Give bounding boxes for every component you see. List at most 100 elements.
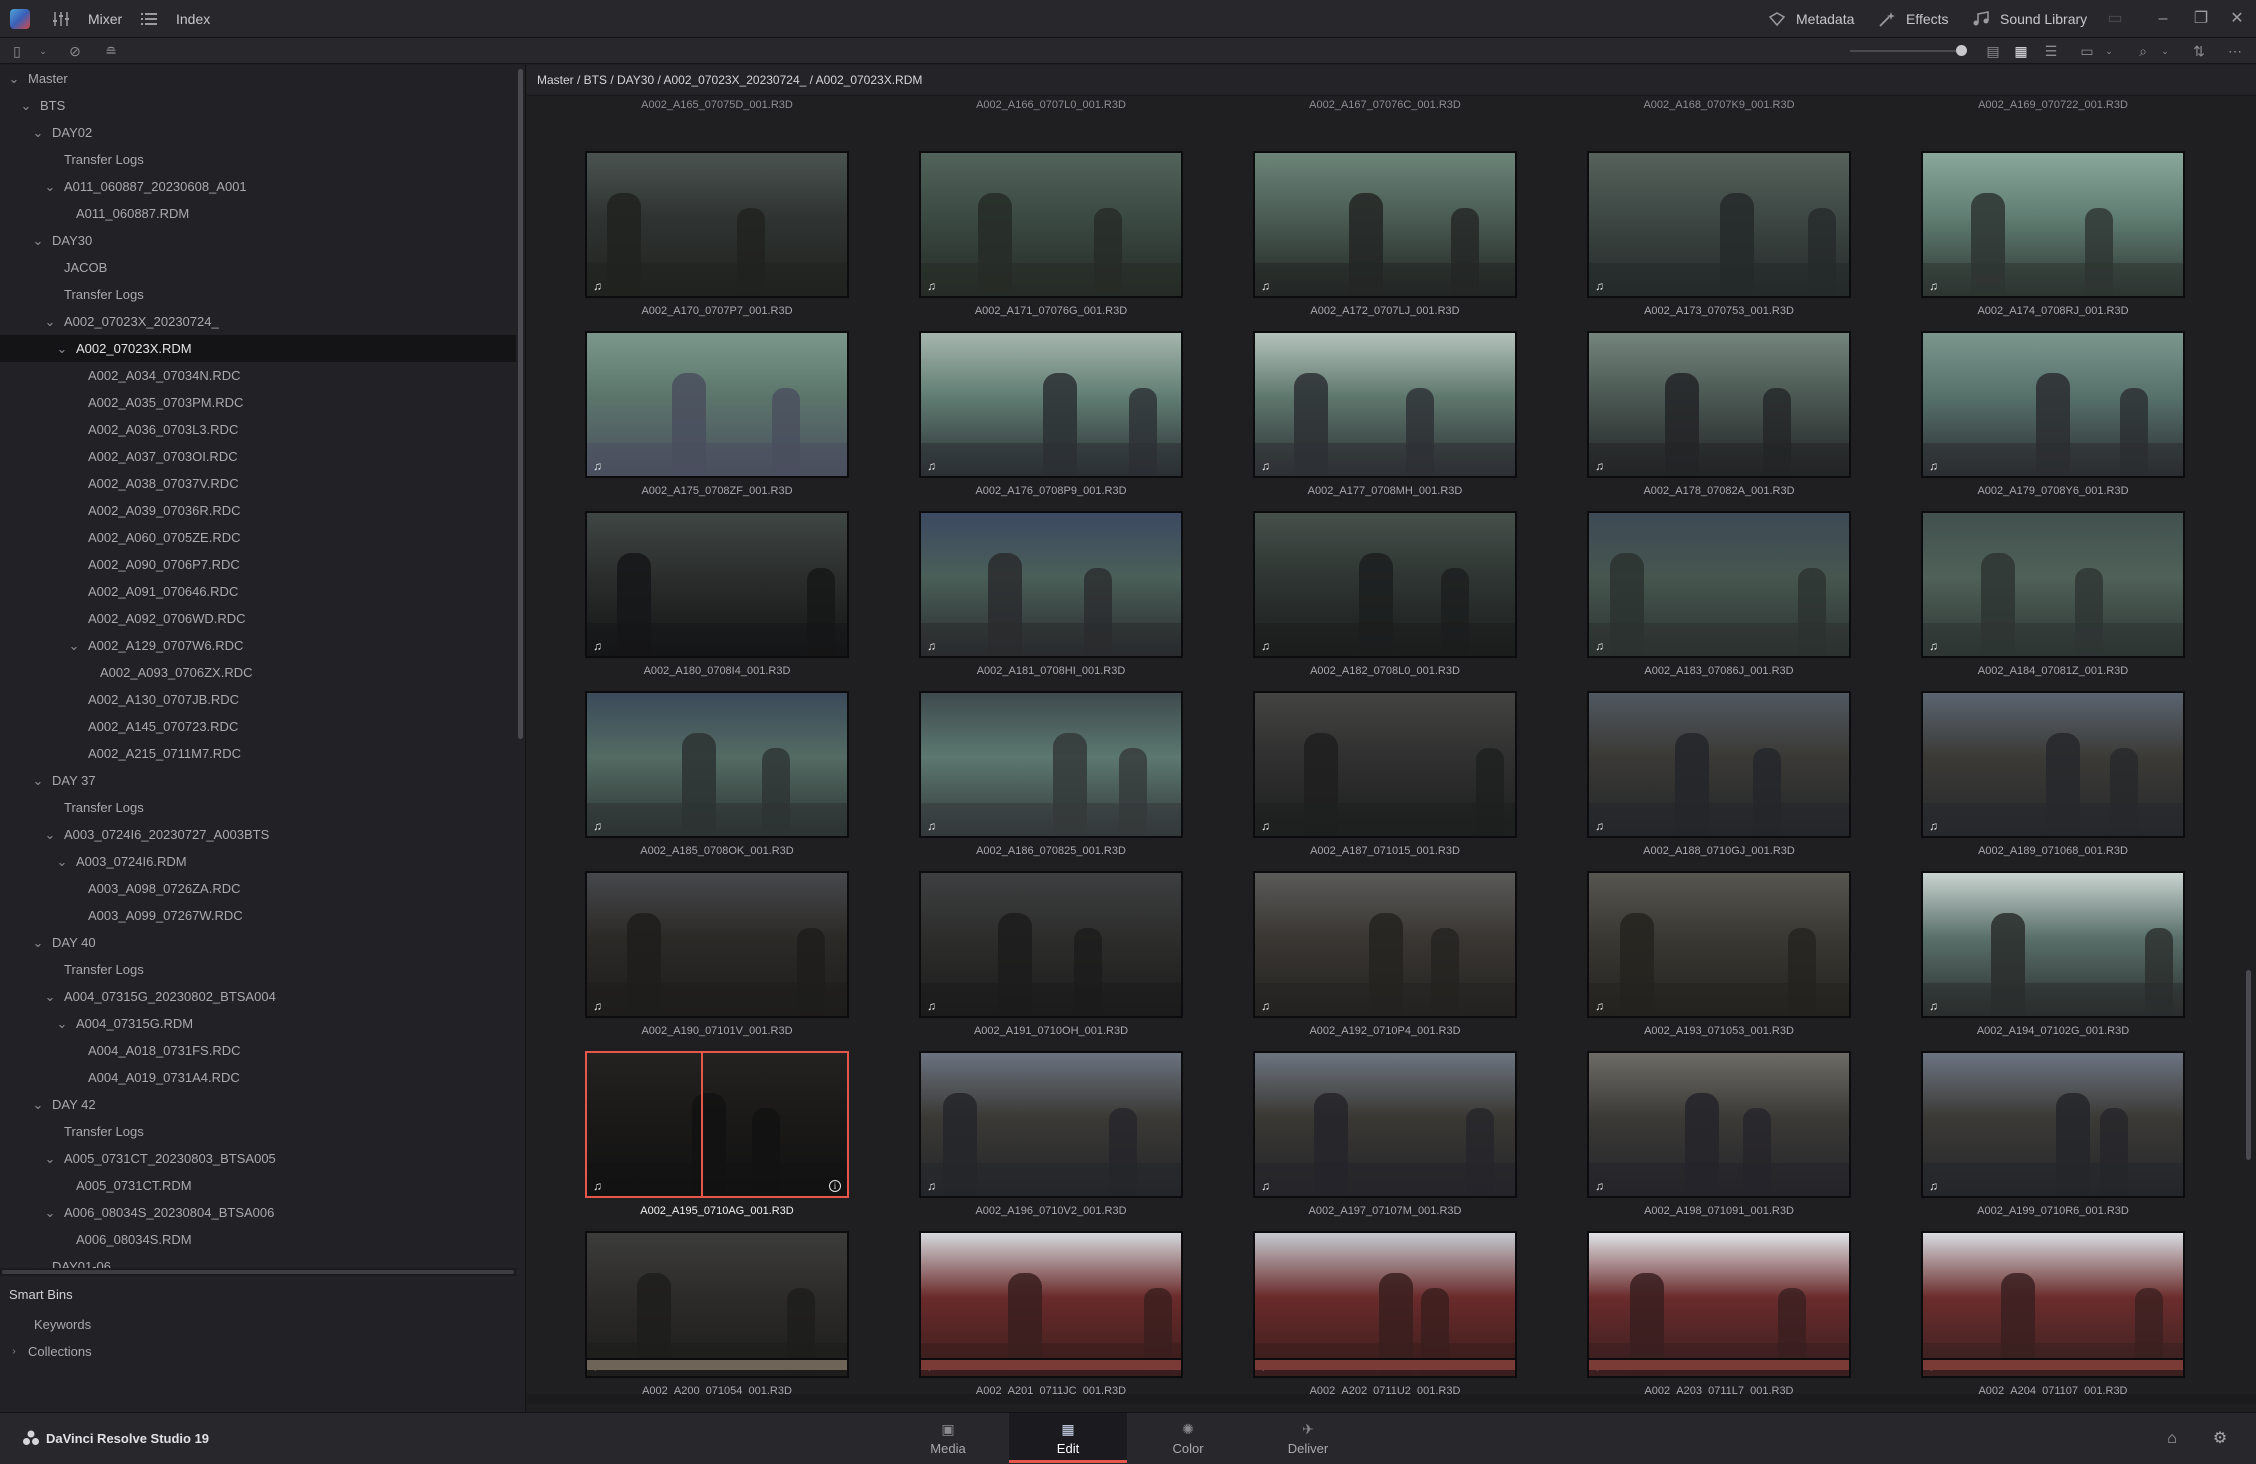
- clip-grid-scrollbar[interactable]: [2246, 970, 2251, 1160]
- sound-library-button[interactable]: Sound Library: [1972, 0, 2087, 38]
- clip-thumbnail[interactable]: ♫ A002_A181_0708HI_001.R3D: [919, 511, 1183, 687]
- clip-thumbnail-image[interactable]: ♫: [1587, 691, 1851, 838]
- clip-thumbnail-image[interactable]: ♫: [1253, 1231, 1517, 1378]
- clip-thumbnail-image[interactable]: ♫: [1921, 331, 2185, 478]
- clip-thumbnail-image[interactable]: ♫: [919, 691, 1183, 838]
- chevron-down-icon[interactable]: ⌄: [54, 341, 70, 357]
- clip-thumbnail[interactable]: ♫ A002_A193_071053_001.R3D: [1587, 871, 1851, 1047]
- bin-tree-item[interactable]: ⌄ DAY 40: [0, 929, 516, 956]
- bin-tree-item[interactable]: ⌄ A005_0731CT_20230803_BTSA005: [0, 1145, 516, 1172]
- clip-thumbnail[interactable]: [585, 1358, 849, 1370]
- bin-tree-item[interactable]: A002_A090_0706P7.RDC: [0, 551, 516, 578]
- bin-tree-item[interactable]: A003_A099_07267W.RDC: [0, 902, 516, 929]
- chevron-down-icon[interactable]: ⌄: [42, 827, 58, 843]
- chevron-down-icon[interactable]: ⌄: [54, 1016, 70, 1032]
- clip-thumbnail-image[interactable]: ♫: [1921, 511, 2185, 658]
- clip-thumbnail[interactable]: ♫ A002_A184_07081Z_001.R3D: [1921, 511, 2185, 687]
- clip-thumbnail-image[interactable]: ♫: [1921, 871, 2185, 1018]
- clip-thumbnail-image[interactable]: ♫: [1921, 1231, 2185, 1378]
- bin-tree-item[interactable]: A002_A036_0703L3.RDC: [0, 416, 516, 443]
- clip-thumbnail[interactable]: ♫ A002_A176_0708P9_001.R3D: [919, 331, 1183, 507]
- bin-tree-item[interactable]: ⌄ A003_0724I6_20230727_A003BTS: [0, 821, 516, 848]
- chevron-down-icon[interactable]: ⌄: [42, 1205, 58, 1221]
- clip-thumbnail[interactable]: ♫ A002_A199_0710R6_001.R3D: [1921, 1051, 2185, 1227]
- clip-thumbnail[interactable]: ♫ A002_A187_071015_001.R3D: [1253, 691, 1517, 867]
- bin-tree-item[interactable]: A002_A035_0703PM.RDC: [0, 389, 516, 416]
- chevron-down-icon[interactable]: ⌄: [6, 71, 22, 87]
- clip-thumbnail-image[interactable]: ♫: [1253, 1051, 1517, 1198]
- bin-tree-item[interactable]: ⌄ A006_08034S_20230804_BTSA006: [0, 1199, 516, 1226]
- clip-thumbnail[interactable]: ♫ A002_A173_070753_001.R3D: [1587, 151, 1851, 327]
- bin-tree-item[interactable]: ⌄ Master: [0, 65, 516, 92]
- clip-thumbnail[interactable]: ♫ A002_A189_071068_001.R3D: [1921, 691, 2185, 867]
- panel-layout-icon[interactable]: ▯: [8, 42, 26, 60]
- clip-thumbnail-image[interactable]: ♫: [1253, 331, 1517, 478]
- clip-thumbnail-image[interactable]: ♫: [585, 691, 849, 838]
- clip-thumbnail-image[interactable]: ♫: [1587, 331, 1851, 478]
- chevron-down-icon[interactable]: ⌄: [42, 179, 58, 195]
- bin-tree-item[interactable]: A004_A019_0731A4.RDC: [0, 1064, 516, 1091]
- bin-tree-item[interactable]: Transfer Logs: [0, 956, 516, 983]
- chevron-down-icon[interactable]: ⌄: [30, 233, 46, 249]
- clip-thumbnail[interactable]: ♫ A002_A174_0708RJ_001.R3D: [1921, 151, 2185, 327]
- bin-tree-item[interactable]: JACOB: [0, 254, 516, 281]
- clip-thumbnail[interactable]: [1253, 1358, 1517, 1370]
- smart-bin-collections[interactable]: › Collections: [0, 1338, 526, 1365]
- clip-thumbnail[interactable]: ♫ A002_A185_0708OK_001.R3D: [585, 691, 849, 867]
- clip-thumbnail[interactable]: ♫ A002_A171_07076G_001.R3D: [919, 151, 1183, 327]
- thumbnail-zoom-slider[interactable]: [1850, 50, 1965, 52]
- chevron-down-icon[interactable]: ⌄: [42, 989, 58, 1005]
- bin-tree-item[interactable]: A006_08034S.RDM: [0, 1226, 516, 1253]
- sort-icon[interactable]: ⇅: [2190, 42, 2208, 60]
- clip-thumbnail[interactable]: ♫ A002_A183_07086J_001.R3D: [1587, 511, 1851, 687]
- bin-tree-item[interactable]: A011_060887.RDM: [0, 200, 516, 227]
- chevron-down-icon[interactable]: ⌄: [42, 1151, 58, 1167]
- clip-thumbnail[interactable]: [1587, 1358, 1851, 1370]
- clip-thumbnail[interactable]: ♫ A002_A197_07107M_001.R3D: [1253, 1051, 1517, 1227]
- clip-grid-horizontal-scrollbar[interactable]: [527, 1394, 2256, 1404]
- clip-thumbnail[interactable]: ♫ A002_A186_070825_001.R3D: [919, 691, 1183, 867]
- bin-tree-item[interactable]: A002_A060_0705ZE.RDC: [0, 524, 516, 551]
- smart-bin-keywords[interactable]: Keywords: [0, 1311, 526, 1338]
- home-icon[interactable]: ⌂: [2162, 1429, 2182, 1449]
- clip-thumbnail-image[interactable]: ♫: [1253, 511, 1517, 658]
- resolve-logo-icon[interactable]: [10, 9, 30, 29]
- clip-thumbnail-image[interactable]: ♫: [919, 1231, 1183, 1378]
- clip-thumbnail[interactable]: ♫ A002_A180_0708I4_001.R3D: [585, 511, 849, 687]
- bin-tree-item[interactable]: A002_A093_0706ZX.RDC: [0, 659, 516, 686]
- clip-thumbnail-image[interactable]: ♫: [585, 151, 849, 298]
- clip-thumbnail[interactable]: ♫ A002_A175_0708ZF_001.R3D: [585, 331, 849, 507]
- bin-tree-item[interactable]: ⌄ DAY 42: [0, 1091, 516, 1118]
- zoom-slider-handle[interactable]: [1956, 45, 1967, 56]
- bin-tree-item[interactable]: A003_A098_0726ZA.RDC: [0, 875, 516, 902]
- bin-tree-item[interactable]: ⌄ A002_A129_0707W6.RDC: [0, 632, 516, 659]
- clip-thumbnail-image[interactable]: ♫: [585, 331, 849, 478]
- bin-tree-item[interactable]: ⌄ A002_07023X.RDM: [0, 335, 516, 362]
- clip-thumbnail-image[interactable]: ♫: [1587, 511, 1851, 658]
- settings-gear-icon[interactable]: ⚙: [2210, 1429, 2230, 1449]
- inspector-icon[interactable]: ▭: [2104, 8, 2126, 30]
- clip-thumbnail[interactable]: ♫ A002_A192_0710P4_001.R3D: [1253, 871, 1517, 1047]
- bin-tree-item[interactable]: ⌄ A004_07315G_20230802_BTSA004: [0, 983, 516, 1010]
- clip-thumbnail-image[interactable]: ♫: [1253, 151, 1517, 298]
- chevron-down-icon[interactable]: ⌄: [30, 773, 46, 789]
- mixer-button[interactable]: Mixer: [52, 0, 122, 38]
- bin-tree-item[interactable]: A002_A145_070723.RDC: [0, 713, 516, 740]
- clip-thumbnail-image[interactable]: i ♫: [585, 1051, 849, 1198]
- clip-thumbnail-image[interactable]: ♫: [919, 151, 1183, 298]
- metadata-view-icon[interactable]: ▤: [1984, 42, 2002, 60]
- clip-info-icon[interactable]: i: [829, 1180, 841, 1192]
- chevron-down-icon[interactable]: ⌄: [30, 125, 46, 141]
- clip-thumbnail-image[interactable]: ♫: [919, 511, 1183, 658]
- clip-thumbnail-image[interactable]: ♫: [919, 871, 1183, 1018]
- bin-tree-item[interactable]: A002_A038_07037V.RDC: [0, 470, 516, 497]
- bin-tree-item[interactable]: ⌄ BTS: [0, 92, 516, 119]
- close-icon[interactable]: ✕: [2226, 8, 2248, 30]
- bin-tree-item[interactable]: Transfer Logs: [0, 281, 516, 308]
- chevron-down-icon[interactable]: ⌄: [2100, 42, 2118, 60]
- bin-tree-item[interactable]: A004_A018_0731FS.RDC: [0, 1037, 516, 1064]
- clip-thumbnail[interactable]: ♫ A002_A177_0708MH_001.R3D: [1253, 331, 1517, 507]
- bin-tree-item[interactable]: ⌄ A003_0724I6.RDM: [0, 848, 516, 875]
- bin-tree-item[interactable]: A002_A091_070646.RDC: [0, 578, 516, 605]
- bin-tree-item[interactable]: A002_A092_0706WD.RDC: [0, 605, 516, 632]
